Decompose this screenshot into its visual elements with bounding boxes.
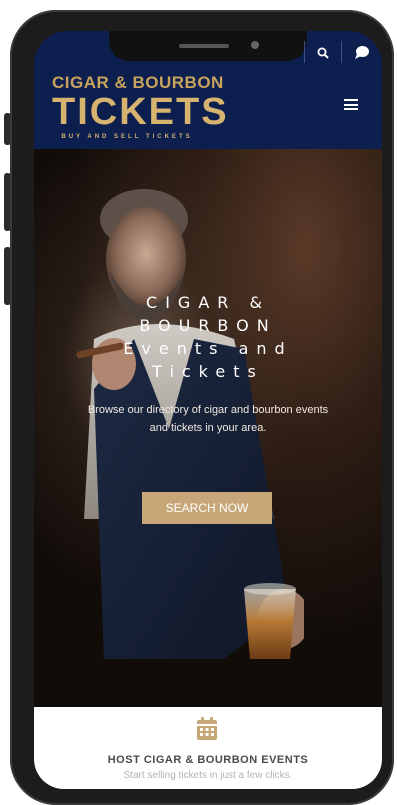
hamburger-menu-icon[interactable] [344,99,358,110]
search-icon[interactable] [317,46,329,59]
hero-title: CIGAR & BOURBON Events and Tickets [123,293,293,381]
header-divider [304,41,305,63]
header-actions [304,41,370,63]
hero-text-block: CIGAR & BOURBON Events and Tickets Brows… [34,291,382,437]
logo-top-text: CIGAR & BOURBON [52,73,224,92]
header-divider [341,41,342,63]
hero-section: CIGAR & BOURBON Events and Tickets Brows… [34,149,382,707]
chat-bubble-icon[interactable] [354,45,370,60]
notch-camera [251,41,259,49]
calendar-icon [196,717,218,746]
hero-description: Browse our directory of cigar and bourbo… [87,404,329,434]
site-logo[interactable]: CIGAR & BOURBON TICKETS BUY AND SELL TIC… [52,73,229,140]
notch-speaker [179,44,229,48]
hero-background-photo [76,189,304,659]
host-events-subtitle: Start selling tickets in just a few clic… [123,770,293,781]
phone-notch [109,31,307,61]
logo-tagline: BUY AND SELL TICKETS [61,134,193,140]
host-events-card[interactable]: HOST CIGAR & BOURBON EVENTS Start sellin… [34,707,382,789]
logo-main-text: TICKETS [52,91,229,133]
search-now-button[interactable]: SEARCH NOW [142,492,272,524]
host-events-title: HOST CIGAR & BOURBON EVENTS [107,754,309,766]
phone-screen: CIGAR & BOURBON TICKETS BUY AND SELL TIC… [34,31,382,789]
